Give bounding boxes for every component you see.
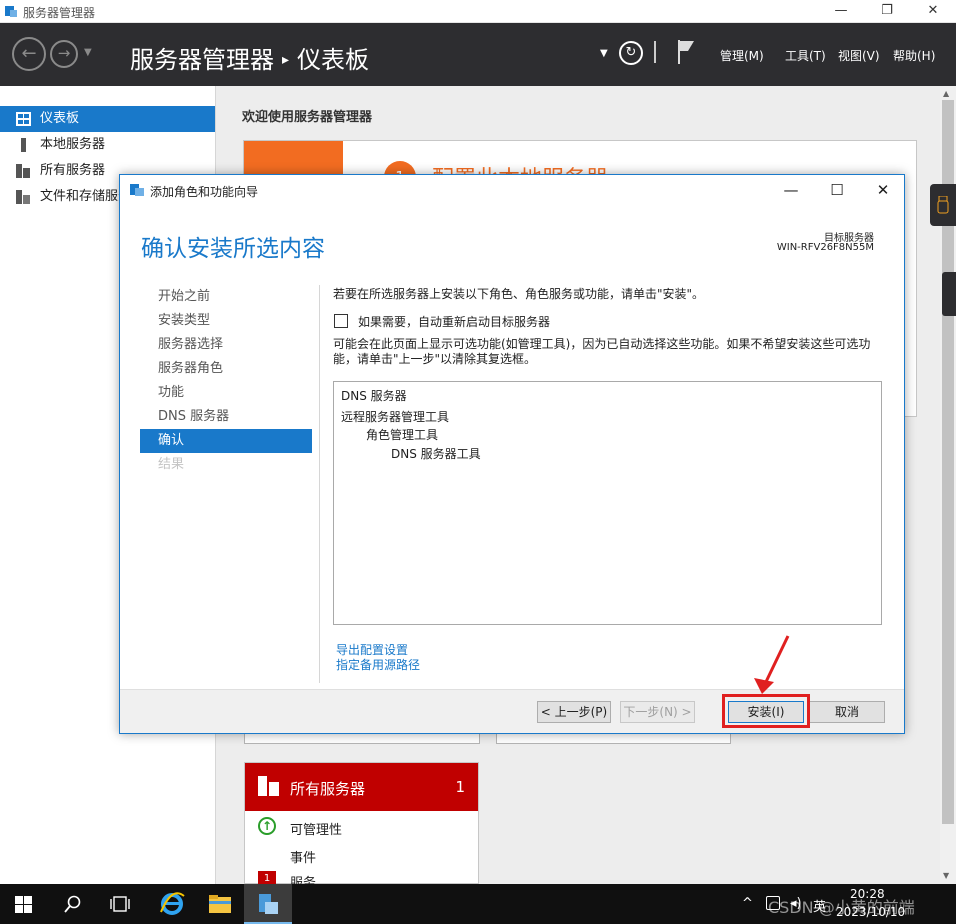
folder-icon bbox=[209, 895, 231, 913]
dialog-titlebar: 添加角色和功能向导 — ☐ ✕ bbox=[120, 175, 904, 205]
tray-overflow-icon[interactable]: ^ bbox=[742, 896, 753, 911]
storage-icon bbox=[16, 190, 30, 204]
menu-tools[interactable]: 工具(T) bbox=[785, 47, 826, 64]
sidebar-item-label: 文件和存储服务 bbox=[40, 189, 132, 204]
target-server-name: WIN-RFV26F8N55M bbox=[776, 242, 874, 253]
search-button[interactable] bbox=[48, 884, 96, 924]
search-icon bbox=[64, 895, 81, 913]
window-titlebar: 服务器管理器 — ❐ ✕ bbox=[0, 0, 956, 23]
server-manager-taskbar-button[interactable] bbox=[244, 884, 292, 924]
server-icon bbox=[21, 138, 26, 152]
list-item: 角色管理工具 bbox=[366, 428, 439, 442]
next-button: 下一步(N) > bbox=[620, 701, 695, 723]
wizard-app-icon bbox=[130, 184, 144, 196]
restore-button[interactable]: ❐ bbox=[864, 0, 910, 23]
close-button[interactable]: ✕ bbox=[910, 0, 956, 23]
dialog-title: 添加角色和功能向导 bbox=[150, 185, 259, 199]
restart-checkbox[interactable] bbox=[334, 314, 348, 328]
restart-checkbox-label[interactable]: 如果需要，自动重新启动目标服务器 bbox=[358, 313, 550, 330]
windows-logo-icon bbox=[15, 896, 32, 913]
menu-manage[interactable]: 管理(M) bbox=[720, 47, 764, 64]
usb-icon bbox=[937, 196, 949, 214]
alternate-source-link[interactable]: 指定备用源路径 bbox=[336, 656, 420, 673]
list-item: DNS 服务器 bbox=[341, 389, 407, 403]
task-view-icon bbox=[110, 896, 130, 912]
sidebar-item-local-server[interactable]: 本地服务器 bbox=[0, 132, 215, 158]
taskbar: ^ ◂) 英 20:28 2023/10/10 CSDN @小黄的前端 bbox=[0, 884, 956, 924]
welcome-title: 欢迎使用服务器管理器 bbox=[242, 110, 373, 125]
tile-title: 所有服务器 bbox=[290, 780, 366, 798]
scroll-down-icon[interactable]: ▼ bbox=[943, 871, 949, 880]
servers-icon bbox=[258, 776, 279, 796]
header-divider bbox=[654, 41, 656, 63]
file-explorer-taskbar-button[interactable] bbox=[196, 884, 244, 924]
optional-features-note: 可能会在此页面上显示可选功能(如管理工具)，因为已自动选择这些功能。如果不希望安… bbox=[333, 337, 871, 366]
tile-row-manageability[interactable]: 可管理性 bbox=[290, 819, 342, 838]
dialog-close-icon[interactable]: ✕ bbox=[860, 179, 906, 201]
step-dns-server[interactable]: DNS 服务器 bbox=[140, 405, 312, 429]
refresh-icon[interactable]: ↻ bbox=[619, 41, 643, 65]
header-dropdown-icon[interactable]: ▼ bbox=[600, 48, 608, 59]
tile-count: 1 bbox=[455, 778, 465, 796]
forward-icon[interactable]: → bbox=[50, 40, 78, 68]
instruction-text: 若要在所选服务器上安装以下角色、角色服务或功能，请单击"安装"。 bbox=[333, 287, 705, 301]
list-item: 远程服务器管理工具 bbox=[341, 410, 450, 424]
step-installation-type[interactable]: 安装类型 bbox=[140, 309, 312, 333]
back-icon[interactable]: ← bbox=[12, 37, 46, 71]
breadcrumb-page: 仪表板 bbox=[297, 46, 370, 74]
scroll-up-icon[interactable]: ▲ bbox=[943, 89, 949, 98]
selections-list[interactable]: DNS 服务器 远程服务器管理工具 角色管理工具 DNS 服务器工具 bbox=[333, 381, 882, 625]
watermark-text: CSDN @小黄的前端 bbox=[768, 898, 915, 917]
dashboard-icon bbox=[16, 112, 31, 126]
step-features[interactable]: 功能 bbox=[140, 381, 312, 405]
sidebar-item-label: 所有服务器 bbox=[40, 163, 106, 178]
start-button[interactable] bbox=[0, 884, 48, 924]
breadcrumb-separator-icon: ▸ bbox=[282, 52, 290, 68]
breadcrumb-app: 服务器管理器 bbox=[130, 46, 274, 74]
list-item: DNS 服务器工具 bbox=[391, 447, 481, 461]
all-servers-tile[interactable]: 所有服务器 1 ↑ 可管理性 事件 1 服务 bbox=[244, 762, 479, 891]
sidebar-item-dashboard[interactable]: 仪表板 bbox=[0, 106, 215, 132]
wizard-steps: 开始之前 安装类型 服务器选择 服务器角色 功能 DNS 服务器 确认 结果 bbox=[140, 285, 312, 477]
breadcrumb: 服务器管理器 ▸ 仪表板 bbox=[130, 40, 369, 75]
app-header: ← → ▼ 服务器管理器 ▸ 仪表板 ▼ ↻ 管理(M) 工具(T) 视图(V) 帮… bbox=[0, 23, 956, 86]
sidebar-item-label: 仪表板 bbox=[40, 111, 80, 126]
install-highlight-box bbox=[722, 694, 810, 728]
task-view-button[interactable] bbox=[96, 884, 144, 924]
status-ok-icon: ↑ bbox=[258, 817, 276, 835]
menu-view[interactable]: 视图(V) bbox=[838, 47, 880, 64]
sidebar-item-label: 本地服务器 bbox=[40, 137, 106, 152]
side-panel-handle-2[interactable] bbox=[942, 272, 956, 316]
server-manager-icon bbox=[259, 894, 278, 914]
window-title: 服务器管理器 bbox=[23, 6, 96, 20]
tile-header[interactable]: 所有服务器 1 bbox=[245, 763, 478, 811]
step-results: 结果 bbox=[158, 457, 185, 472]
step-confirmation[interactable]: 确认 bbox=[140, 429, 312, 453]
dialog-minimize-icon[interactable]: — bbox=[768, 179, 814, 201]
notification-flag-icon[interactable] bbox=[675, 38, 697, 66]
history-dropdown-icon[interactable]: ▼ bbox=[84, 47, 92, 58]
step-before-you-begin[interactable]: 开始之前 bbox=[140, 285, 312, 309]
step-server-roles[interactable]: 服务器角色 bbox=[140, 357, 312, 381]
servers-icon bbox=[16, 164, 30, 178]
page-title: 确认安装所选内容 bbox=[141, 236, 325, 262]
menu-help[interactable]: 帮助(H) bbox=[893, 47, 935, 64]
cancel-button[interactable]: 取消 bbox=[809, 701, 885, 723]
ie-taskbar-button[interactable] bbox=[148, 884, 196, 924]
tile-row-events[interactable]: 事件 bbox=[290, 847, 316, 866]
steps-divider bbox=[319, 285, 320, 683]
internet-explorer-icon bbox=[160, 892, 185, 915]
side-panel-handle[interactable] bbox=[930, 184, 956, 226]
dialog-maximize-icon[interactable]: ☐ bbox=[814, 179, 860, 201]
minimize-button[interactable]: — bbox=[818, 0, 864, 23]
back-button[interactable]: < 上一步(P) bbox=[537, 701, 611, 723]
step-server-selection[interactable]: 服务器选择 bbox=[140, 333, 312, 357]
server-manager-app-icon bbox=[5, 6, 17, 17]
annotation-arrow-icon bbox=[754, 635, 790, 694]
